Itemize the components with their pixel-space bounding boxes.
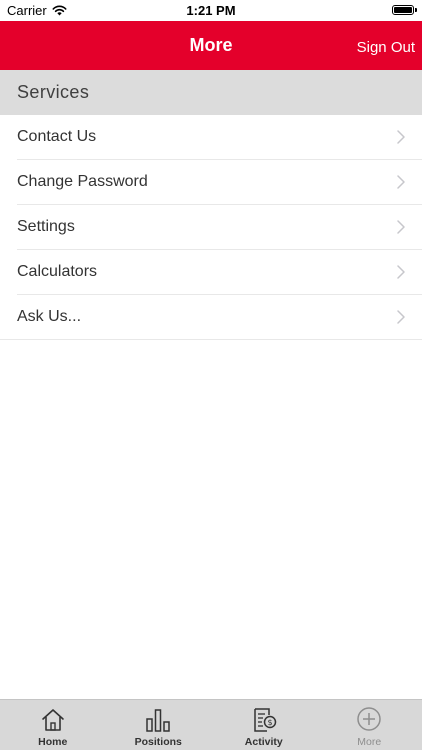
menu-item-ask-us[interactable]: Ask Us...	[0, 295, 422, 340]
services-section-header: Services	[0, 70, 422, 115]
tab-home-label: Home	[38, 736, 68, 748]
document-dollar-icon: $	[254, 708, 276, 732]
battery-tip	[415, 8, 417, 12]
menu-item-label: Change Password	[17, 173, 148, 190]
bar-chart-icon	[146, 709, 170, 732]
chevron-right-icon	[397, 265, 405, 279]
menu-item-label: Contact Us	[17, 128, 97, 145]
tab-home[interactable]: Home	[0, 700, 106, 750]
sign-out-button[interactable]: Sign Out	[357, 39, 415, 56]
tab-more[interactable]: More	[317, 700, 422, 750]
status-time: 1:21 PM	[186, 3, 236, 18]
services-menu-list: Contact Us Change Password Settings Calc…	[0, 115, 422, 340]
chevron-right-icon	[397, 130, 405, 144]
menu-item-label: Ask Us...	[17, 308, 82, 325]
menu-item-calculators[interactable]: Calculators	[0, 250, 422, 295]
chevron-right-icon	[397, 175, 405, 189]
chevron-right-icon	[397, 310, 405, 324]
home-icon	[41, 709, 64, 731]
tab-positions[interactable]: Positions	[106, 700, 212, 750]
menu-item-change-password[interactable]: Change Password	[0, 160, 422, 205]
battery-icon	[392, 5, 414, 15]
tab-bar: Home Positions $ Activity More	[0, 699, 422, 750]
tab-positions-label: Positions	[134, 736, 182, 748]
chevron-right-icon	[397, 220, 405, 234]
tab-more-label: More	[357, 736, 382, 748]
menu-item-label: Calculators	[17, 263, 98, 280]
tab-activity-label: Activity	[244, 736, 283, 748]
status-bar: Carrier 1:21 PM	[0, 0, 422, 21]
menu-item-contact-us[interactable]: Contact Us	[0, 115, 422, 160]
svg-text:$: $	[267, 718, 272, 727]
menu-item-label: Settings	[17, 218, 75, 235]
menu-item-settings[interactable]: Settings	[0, 205, 422, 250]
tab-activity[interactable]: $ Activity	[211, 700, 317, 750]
plus-circle-icon	[357, 707, 381, 731]
navigation-bar: More Sign Out	[0, 21, 422, 70]
